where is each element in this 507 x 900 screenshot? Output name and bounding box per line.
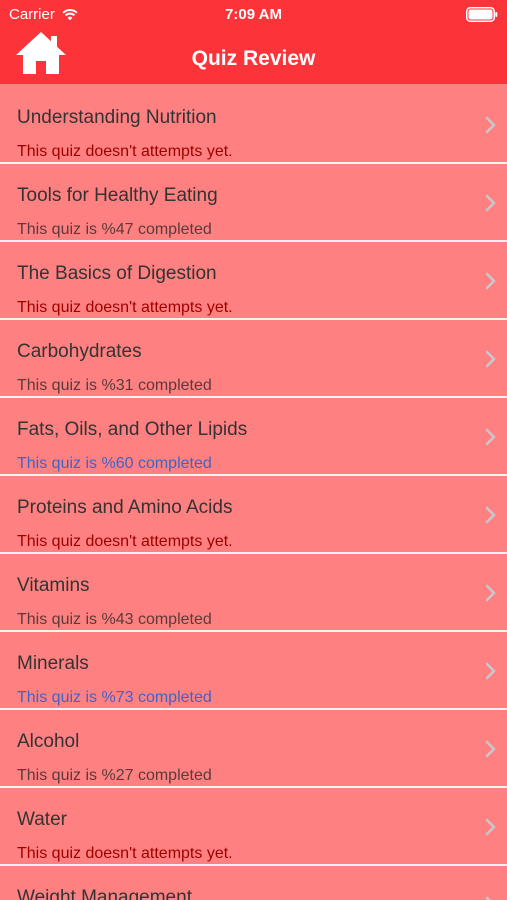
- quiz-status: This quiz is %47 completed: [17, 221, 212, 238]
- page-title: Quiz Review: [191, 47, 316, 70]
- quiz-title: Proteins and Amino Acids: [17, 497, 233, 518]
- quiz-status: This quiz is %73 completed: [17, 689, 212, 706]
- quiz-status: This quiz is %60 completed: [17, 455, 212, 472]
- quiz-row[interactable]: Weight Management: [0, 866, 507, 900]
- quiz-row[interactable]: Understanding Nutrition This quiz doesn't…: [0, 86, 507, 164]
- quiz-status: This quiz doesn't attempts yet.: [17, 143, 233, 160]
- chevron-right-icon: [485, 428, 496, 446]
- quiz-title: Tools for Healthy Eating: [17, 185, 218, 206]
- quiz-title: Fats, Oils, and Other Lipids: [17, 419, 248, 440]
- quiz-row[interactable]: Proteins and Amino Acids This quiz doesn'…: [0, 476, 507, 554]
- quiz-status: This quiz is %27 completed: [17, 767, 212, 784]
- quiz-status: This quiz doesn't attempts yet.: [17, 299, 233, 316]
- quiz-list: Understanding Nutrition This quiz doesn't…: [0, 86, 507, 900]
- navigation-bar: Carrier 7:09 AM Quiz Review: [0, 0, 507, 84]
- quiz-title: Carbohydrates: [17, 341, 142, 362]
- quiz-title: Minerals: [17, 653, 89, 674]
- chevron-right-icon: [485, 272, 496, 290]
- quiz-title: Vitamins: [17, 575, 90, 596]
- chevron-right-icon: [485, 584, 496, 602]
- quiz-title: Alcohol: [17, 731, 80, 752]
- status-time: 7:09 AM: [225, 6, 282, 23]
- quiz-row[interactable]: Tools for Healthy Eating This quiz is %47…: [0, 164, 507, 242]
- quiz-title: The Basics of Digestion: [17, 263, 217, 284]
- quiz-row[interactable]: Alcohol This quiz is %27 completed: [0, 710, 507, 788]
- chevron-right-icon: [485, 896, 491, 900]
- quiz-row[interactable]: Minerals This quiz is %73 completed: [0, 632, 507, 710]
- chevron-right-icon: [485, 740, 496, 758]
- battery-icon: [466, 7, 498, 22]
- quiz-title: Water: [17, 809, 67, 830]
- quiz-title: Understanding Nutrition: [17, 107, 217, 128]
- quiz-row[interactable]: Water This quiz doesn't attempts yet.: [0, 788, 507, 866]
- chevron-right-icon: [485, 116, 496, 134]
- quiz-row[interactable]: The Basics of Digestion This quiz doesn't…: [0, 242, 507, 320]
- chevron-right-icon: [485, 350, 496, 368]
- chevron-right-icon: [485, 818, 496, 836]
- status-bar: Carrier 7:09 AM: [0, 0, 507, 30]
- quiz-row[interactable]: Carbohydrates This quiz is %31 completed: [0, 320, 507, 398]
- quiz-status: This quiz is %43 completed: [17, 611, 212, 628]
- quiz-status: This quiz doesn't attempts yet.: [17, 845, 233, 862]
- quiz-status: This quiz is %31 completed: [17, 377, 212, 394]
- quiz-row[interactable]: Vitamins This quiz is %43 completed: [0, 554, 507, 632]
- quiz-row[interactable]: Fats, Oils, and Other Lipids This quiz is…: [0, 398, 507, 476]
- quiz-title: Weight Management: [17, 887, 192, 900]
- chevron-right-icon: [485, 662, 496, 680]
- quiz-status: This quiz doesn't attempts yet.: [17, 533, 233, 550]
- chevron-right-icon: [485, 194, 496, 212]
- chevron-right-icon: [485, 506, 496, 524]
